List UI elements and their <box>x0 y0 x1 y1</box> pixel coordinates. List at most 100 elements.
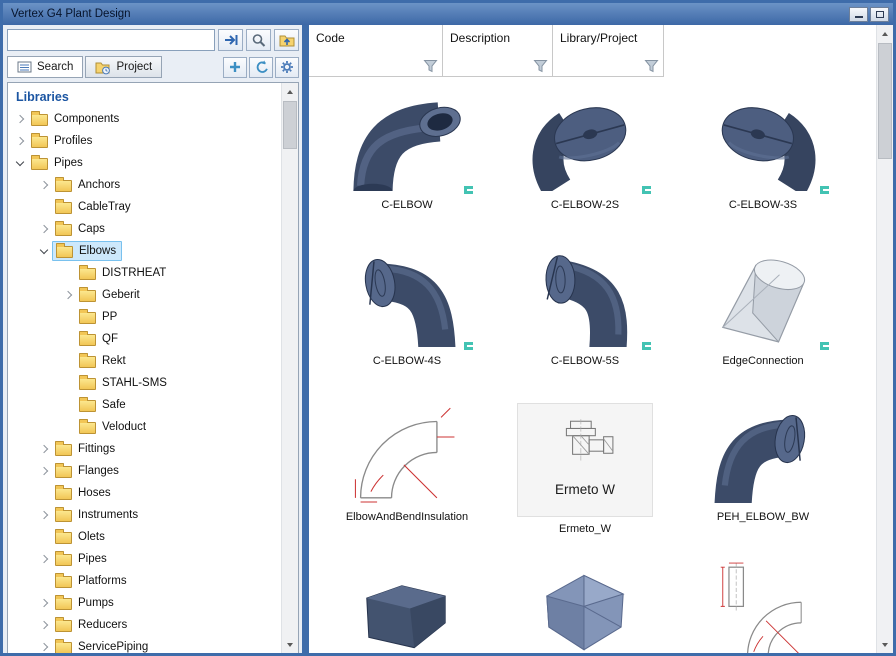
grid-item-partial-2[interactable] <box>496 557 674 653</box>
column-header-description[interactable]: Description <box>443 25 553 77</box>
column-header-library-project[interactable]: Library/Project <box>553 25 664 77</box>
chevron-right-icon[interactable] <box>37 596 52 611</box>
tree-item-label: DISTRHEAT <box>101 267 166 279</box>
grid-item-ermeto-w[interactable]: Ermeto W Ermeto_W <box>496 401 674 557</box>
tree-item-reducers[interactable]: Reducers <box>8 614 281 636</box>
grid-item-partial-3[interactable] <box>674 557 852 653</box>
tree-item-profiles[interactable]: Profiles <box>8 130 281 152</box>
chevron-right-icon[interactable] <box>37 222 52 237</box>
chevron-right-icon[interactable] <box>37 442 52 457</box>
tree-item-components[interactable]: Components <box>8 108 281 130</box>
grid-item-c-elbow[interactable]: C-ELBOW <box>318 89 496 245</box>
folder-icon <box>55 224 72 236</box>
scroll-down-button[interactable] <box>282 636 298 653</box>
scroll-down-button[interactable] <box>877 636 893 653</box>
filter-icon[interactable] <box>533 59 548 73</box>
chevron-placeholder <box>61 420 76 435</box>
project-folder-icon <box>95 60 111 75</box>
scroll-up-button[interactable] <box>877 25 893 42</box>
tree-item-pumps[interactable]: Pumps <box>8 592 281 614</box>
grid-item-partial-1[interactable] <box>318 557 496 653</box>
tree-item-label: Elbows <box>78 245 116 257</box>
tree-item-hoses[interactable]: Hoses <box>8 482 281 504</box>
tab-search[interactable]: Search <box>7 56 83 78</box>
tree-item-elbows[interactable]: Elbows <box>8 240 281 262</box>
tab-project[interactable]: Project <box>85 56 162 78</box>
chevron-right-icon[interactable] <box>37 552 52 567</box>
item-code: C-ELBOW-4S <box>373 355 441 367</box>
chevron-right-icon[interactable] <box>37 640 52 654</box>
tree-scrollbar[interactable] <box>281 83 298 653</box>
go-button[interactable] <box>218 29 243 51</box>
folder-icon <box>79 422 96 434</box>
grid-item-c-elbow-4s[interactable]: C-ELBOW-4S <box>318 245 496 401</box>
filter-icon[interactable] <box>423 59 438 73</box>
tree-item-servicepiping[interactable]: ServicePiping <box>8 636 281 653</box>
scrollbar-thumb[interactable] <box>878 43 892 159</box>
grid-item-peh-elbow-bw[interactable]: PEH_ELBOW_BW <box>674 401 852 557</box>
chevron-right-icon[interactable] <box>37 508 52 523</box>
filter-icon[interactable] <box>644 59 659 73</box>
minimize-button[interactable] <box>849 7 868 22</box>
tree-item-flanges[interactable]: Flanges <box>8 460 281 482</box>
tree-item-pp[interactable]: PP <box>8 306 281 328</box>
tree-item-safe[interactable]: Safe <box>8 394 281 416</box>
thumbnail-c-elbow-4s <box>332 245 482 351</box>
grid-item-elbowandbendinsulation[interactable]: ElbowAndBendInsulation <box>318 401 496 557</box>
folder-up-button[interactable] <box>274 29 299 51</box>
component-grid: C-ELBOW C-ELBOW-2S <box>318 89 876 653</box>
content-scrollbar[interactable] <box>876 25 893 653</box>
thumbnail-c-elbow <box>332 89 482 195</box>
elbow-3d-image <box>349 249 465 347</box>
tree-item-qf[interactable]: QF <box>8 328 281 350</box>
tree-item-label: STAHL-SMS <box>101 377 167 389</box>
grid-item-c-elbow-5s[interactable]: C-ELBOW-5S <box>496 245 674 401</box>
scroll-up-button[interactable] <box>282 83 298 100</box>
chevron-right-icon[interactable] <box>13 112 28 127</box>
grid-item-c-elbow-3s[interactable]: C-ELBOW-3S <box>674 89 852 245</box>
tree-item-label: Safe <box>101 399 126 411</box>
tree-item-rekt[interactable]: Rekt <box>8 350 281 372</box>
settings-button[interactable] <box>275 57 299 78</box>
tree-item-veloduct[interactable]: Veloduct <box>8 416 281 438</box>
tree-item-caps[interactable]: Caps <box>8 218 281 240</box>
tree-item-pipes[interactable]: Pipes <box>8 152 281 174</box>
column-header-code[interactable]: Code <box>309 25 443 77</box>
tree-item-label: Flanges <box>77 465 119 477</box>
folder-icon <box>55 488 72 500</box>
maximize-button[interactable] <box>870 7 889 22</box>
selected-item-highlight[interactable]: Elbows <box>52 241 122 261</box>
tree-item-fittings[interactable]: Fittings <box>8 438 281 460</box>
tree-item-instruments[interactable]: Instruments <box>8 504 281 526</box>
tree-item-stahl-sms[interactable]: STAHL-SMS <box>8 372 281 394</box>
component-list-panel: Code Description Library/Project <box>309 25 893 653</box>
grid-item-edgeconnection[interactable]: EdgeConnection <box>674 245 852 401</box>
chevron-right-icon[interactable] <box>37 464 52 479</box>
elbow-block-3d-image <box>349 561 465 653</box>
tree-item-olets[interactable]: Olets <box>8 526 281 548</box>
tree-item-geberit[interactable]: Geberit <box>8 284 281 306</box>
scrollbar-thumb[interactable] <box>283 101 297 149</box>
folder-icon <box>55 202 72 214</box>
item-code: PEH_ELBOW_BW <box>717 511 809 523</box>
chevron-right-icon[interactable] <box>37 178 52 193</box>
chevron-right-icon[interactable] <box>37 618 52 633</box>
tree-item-pipes-sub[interactable]: Pipes <box>8 548 281 570</box>
chevron-down-icon[interactable] <box>37 244 52 259</box>
search-button[interactable] <box>246 29 271 51</box>
chevron-right-icon[interactable] <box>61 288 76 303</box>
grid-item-c-elbow-2s[interactable]: C-ELBOW-2S <box>496 89 674 245</box>
tree-item-label: Anchors <box>77 179 120 191</box>
add-button[interactable] <box>223 57 247 78</box>
chevron-right-icon[interactable] <box>13 134 28 149</box>
chevron-down-icon[interactable] <box>13 156 28 171</box>
tree-item-anchors[interactable]: Anchors <box>8 174 281 196</box>
tree-item-cabletray[interactable]: CableTray <box>8 196 281 218</box>
refresh-button[interactable] <box>249 57 273 78</box>
tree-item-platforms[interactable]: Platforms <box>8 570 281 592</box>
search-input[interactable] <box>7 29 215 51</box>
panel-splitter[interactable] <box>302 25 309 653</box>
thumbnail-c-elbow-5s <box>510 245 660 351</box>
tree-item-distrheat[interactable]: DISTRHEAT <box>8 262 281 284</box>
tree-item-label: Fittings <box>77 443 115 455</box>
